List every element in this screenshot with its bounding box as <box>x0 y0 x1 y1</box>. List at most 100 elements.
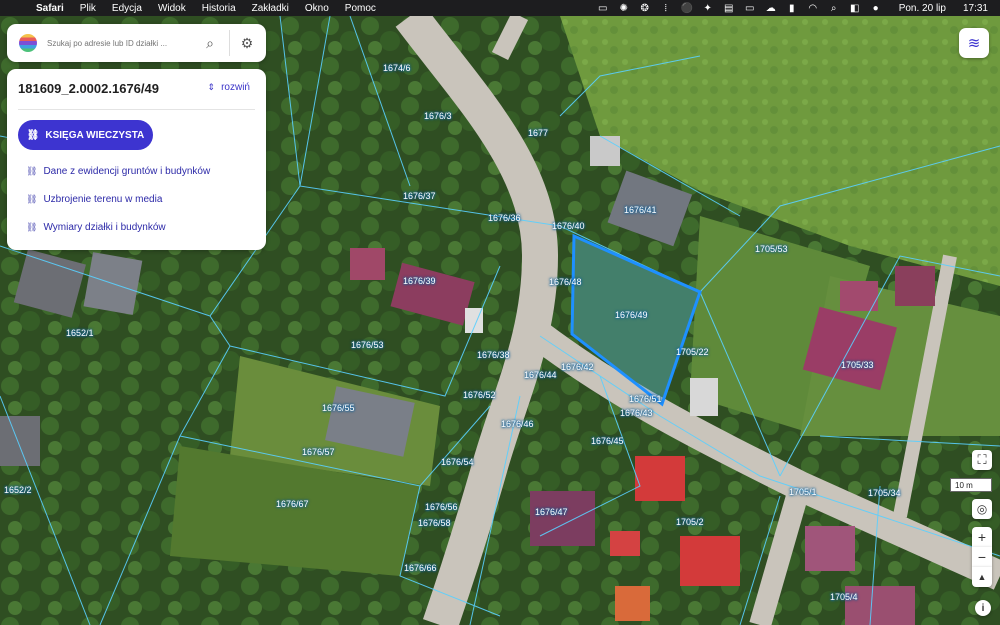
clipboard-icon[interactable]: ▤ <box>723 3 735 14</box>
parcel-label[interactable]: 1674/6 <box>383 63 411 73</box>
siri-icon[interactable]: ● <box>870 3 882 14</box>
parcel-info-panel: 181609_2.0002.1676/49 ⇕ rozwiń ⛓ KSIĘGA W… <box>7 69 266 250</box>
parcel-label[interactable]: 1705/4 <box>830 592 858 602</box>
control-center-icon[interactable]: ◧ <box>849 3 861 14</box>
link-label: Dane z ewidencji gruntów i budynków <box>43 166 211 177</box>
spotlight-search-icon[interactable]: ⌕ <box>828 3 840 14</box>
search-input[interactable] <box>45 37 199 49</box>
zoom-out-button[interactable]: − <box>972 547 992 567</box>
scale-label: 10 m <box>955 480 973 490</box>
chain-link-icon: ⛓ <box>26 166 38 176</box>
parcel-label[interactable]: 1705/2 <box>676 517 704 527</box>
display-icon[interactable]: ▭ <box>744 3 756 14</box>
parcel-label[interactable]: 1652/2 <box>4 485 32 495</box>
layers-icon: ≋ <box>967 35 981 52</box>
parcel-label[interactable]: 1676/55 <box>322 403 355 413</box>
parcel-label[interactable]: 1676/47 <box>535 507 568 517</box>
locate-icon: ◎ <box>976 502 988 516</box>
parcel-label[interactable]: 1676/3 <box>424 111 452 121</box>
parcel-label[interactable]: 1677 <box>528 128 548 138</box>
menu-edycja[interactable]: Edycja <box>104 3 150 14</box>
parcel-label[interactable]: 1676/41 <box>624 205 657 215</box>
parcel-label[interactable]: 1676/48 <box>549 277 582 287</box>
fullscreen-button[interactable]: ⛶ <box>972 450 992 470</box>
parcel-label[interactable]: 1676/38 <box>477 350 510 360</box>
parcel-label[interactable]: 1676/67 <box>276 499 309 509</box>
openai-icon[interactable]: ❂ <box>639 3 651 14</box>
link-label: Uzbrojenie terenu w media <box>43 194 163 205</box>
parcel-label[interactable]: 1705/1 <box>789 487 817 497</box>
link-wymiary-dzialki[interactable]: ⛓ Wymiary działki i budynków <box>26 222 166 233</box>
search-divider <box>229 30 230 56</box>
menu-widok[interactable]: Widok <box>150 3 194 14</box>
info-icon: i <box>981 602 985 614</box>
map-scale: 10 m <box>950 478 992 492</box>
parcel-label[interactable]: 1676/46 <box>501 419 534 429</box>
parcel-label[interactable]: 1676/40 <box>552 221 585 231</box>
compass-icon: ▲ <box>977 572 987 582</box>
link-label: Wymiary działki i budynków <box>43 222 166 233</box>
gear-icon[interactable]: ⚙ <box>236 35 258 52</box>
menu-zakladki[interactable]: Zakładki <box>244 3 297 14</box>
menubar-date[interactable]: Pon. 20 lip <box>891 3 954 14</box>
ksiega-wieczysta-button[interactable]: ⛓ KSIĘGA WIECZYSTA <box>18 120 153 150</box>
sunglasses-icon[interactable]: ⚫ <box>681 3 693 14</box>
menu-historia[interactable]: Historia <box>194 3 244 14</box>
audio-wave-icon[interactable]: ⦙ <box>660 3 672 14</box>
sparkle-icon[interactable]: ✦ <box>702 3 714 14</box>
expand-button[interactable]: ⇕ rozwiń <box>208 82 250 93</box>
ksiega-wieczysta-label: KSIĘGA WIECZYSTA <box>45 129 145 141</box>
parcel-label[interactable]: 1705/33 <box>841 360 874 370</box>
parcel-label[interactable]: 1676/45 <box>591 436 624 446</box>
info-button[interactable]: i <box>975 600 991 616</box>
battery-icon[interactable]: ▮ <box>786 3 798 14</box>
parcel-label[interactable]: 1676/53 <box>351 340 384 350</box>
parcel-label[interactable]: 1676/37 <box>403 191 436 201</box>
menubar-time[interactable]: 17:31 <box>963 3 988 14</box>
parcel-label[interactable]: 1676/36 <box>488 213 521 223</box>
plus-icon: + <box>977 529 987 545</box>
fullscreen-icon: ⛶ <box>977 452 987 467</box>
parcel-label[interactable]: 1676/44 <box>524 370 557 380</box>
chain-link-icon: ⛓ <box>26 194 38 204</box>
expand-label: rozwiń <box>221 82 250 93</box>
parcel-label[interactable]: 1676/51 <box>629 394 662 404</box>
brightness-icon[interactable]: ✺ <box>618 3 630 14</box>
parcel-label[interactable]: 1705/53 <box>755 244 788 254</box>
screen-mirror-icon[interactable]: ▭ <box>597 3 609 14</box>
parcel-label[interactable]: 1676/57 <box>302 447 335 457</box>
minus-icon: − <box>977 549 987 565</box>
menu-app-safari[interactable]: Safari <box>28 3 72 14</box>
menu-pomoc[interactable]: Pomoc <box>337 3 384 14</box>
parcel-label[interactable]: 1676/52 <box>463 390 496 400</box>
parcel-label[interactable]: 1705/22 <box>676 347 709 357</box>
link-uzbrojenie-terenu[interactable]: ⛓ Uzbrojenie terenu w media <box>26 194 162 205</box>
parcel-id-title: 181609_2.0002.1676/49 <box>18 81 159 96</box>
compass-button[interactable]: ▲ <box>972 567 992 587</box>
layers-button[interactable]: ≋ <box>959 28 989 58</box>
panel-divider <box>18 109 255 110</box>
parcel-label[interactable]: 1676/39 <box>403 276 436 286</box>
menu-plik[interactable]: Plik <box>72 3 104 14</box>
parcel-label[interactable]: 1676/49 <box>615 310 648 320</box>
parcel-label[interactable]: 1705/34 <box>868 488 901 498</box>
locate-me-button[interactable]: ◎ <box>972 499 992 519</box>
search-icon[interactable]: ⌕ <box>199 35 221 52</box>
zoom-in-button[interactable]: + <box>972 527 992 547</box>
menu-okno[interactable]: Okno <box>297 3 337 14</box>
parcel-label[interactable]: 1676/43 <box>620 408 653 418</box>
parcel-label[interactable]: 1676/66 <box>404 563 437 573</box>
parcel-label[interactable]: 1652/1 <box>66 328 94 338</box>
cloud-icon[interactable]: ☁ <box>765 3 777 14</box>
parcel-label[interactable]: 1676/58 <box>418 518 451 528</box>
link-dane-ewidencji[interactable]: ⛓ Dane z ewidencji gruntów i budynków <box>26 166 210 177</box>
chain-link-icon: ⛓ <box>26 222 38 232</box>
app-logo-icon[interactable] <box>19 34 37 52</box>
chain-link-icon: ⛓ <box>26 129 40 141</box>
parcel-label[interactable]: 1676/54 <box>441 457 474 467</box>
wifi-icon[interactable]: ◠ <box>807 3 819 14</box>
chevron-updown-icon: ⇕ <box>207 82 216 92</box>
parcel-label[interactable]: 1676/42 <box>561 362 594 372</box>
macos-menu-bar: Safari Plik Edycja Widok Historia Zakład… <box>0 0 1000 16</box>
parcel-label[interactable]: 1676/56 <box>425 502 458 512</box>
